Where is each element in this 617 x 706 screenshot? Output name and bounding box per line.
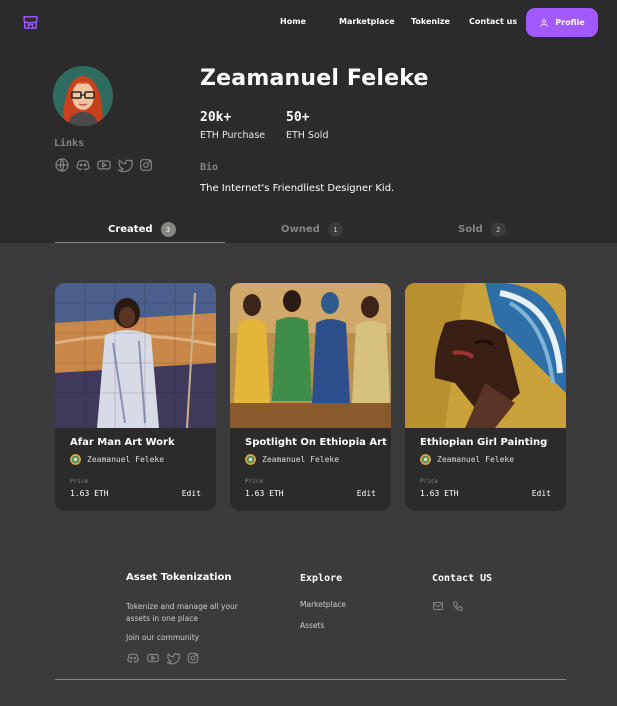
footer-divider — [55, 679, 566, 680]
stat-label: ETH Purchase — [200, 130, 266, 141]
footer-community-label: Join our community — [126, 633, 200, 642]
discord-icon[interactable] — [75, 157, 91, 173]
footer-assets-link[interactable]: Assets — [300, 621, 324, 630]
nft-card[interactable]: Spotlight On Ethiopia Art Zeamanuel Fele… — [230, 283, 391, 511]
tab-owned[interactable]: Owned 1 — [281, 222, 343, 237]
social-links — [54, 157, 154, 173]
footer-contact-icons — [432, 597, 466, 612]
edit-link[interactable]: Edit — [357, 489, 376, 498]
storefront-icon[interactable] — [22, 14, 39, 31]
tab-count-badge: 3 — [160, 222, 176, 237]
stat-label: ETH Sold — [286, 130, 329, 141]
artist-avatar — [245, 454, 256, 465]
youtube-icon[interactable] — [96, 157, 112, 173]
edit-link[interactable]: Edit — [182, 489, 201, 498]
stat-eth-purchase: 20k+ ETH Purchase — [200, 110, 265, 141]
nft-card[interactable]: Afar Man Art Work Zeamanuel Feleke Price… — [55, 283, 216, 511]
price-label: Price — [420, 478, 439, 485]
globe-icon[interactable] — [54, 157, 70, 173]
footer-explore-title: Explore — [300, 573, 343, 584]
artwork-image — [405, 283, 566, 428]
tab-label: Created — [108, 224, 153, 235]
bio-label: Bio — [200, 162, 219, 173]
tab-count-badge: 1 — [327, 222, 343, 237]
tab-sold[interactable]: Sold 2 — [458, 222, 506, 237]
profile-button[interactable]: Profile — [526, 8, 598, 37]
stat-eth-sold: 50+ ETH Sold — [286, 110, 328, 141]
card-title: Ethiopian Girl Painting — [420, 437, 548, 448]
price-value: 1.63 ETH — [70, 489, 109, 498]
mail-icon[interactable] — [432, 597, 446, 611]
twitter-icon[interactable] — [165, 650, 180, 665]
nav-home-link[interactable]: Home — [280, 17, 306, 26]
card-artist: Zeamanuel Feleke — [245, 454, 339, 465]
price-label: Price — [70, 478, 89, 485]
user-name: Zeamanuel Feleke — [200, 66, 429, 91]
artist-name: Zeamanuel Feleke — [262, 455, 340, 464]
twitter-icon[interactable] — [116, 157, 133, 173]
phone-icon[interactable] — [452, 597, 466, 612]
footer-community-icons — [126, 650, 200, 665]
active-tab-underline — [55, 242, 225, 243]
price-value: 1.63 ETH — [420, 489, 459, 498]
tab-count-badge: 2 — [490, 222, 506, 237]
stat-value: 20k+ — [200, 110, 232, 125]
edit-link[interactable]: Edit — [532, 489, 551, 498]
footer-brand-text: Tokenize and manage all your assets in o… — [126, 602, 238, 623]
tab-label: Owned — [281, 224, 320, 235]
instagram-icon[interactable] — [138, 157, 154, 173]
links-label: Links — [54, 138, 85, 149]
card-artist: Zeamanuel Feleke — [420, 454, 514, 465]
tab-created[interactable]: Created 3 — [108, 222, 176, 237]
card-title: Spotlight On Ethiopia Art — [245, 437, 387, 448]
artist-avatar — [420, 454, 431, 465]
nav-contact-link[interactable]: Contact us — [469, 17, 517, 26]
artist-avatar — [70, 454, 81, 465]
youtube-icon[interactable] — [146, 650, 160, 664]
footer-marketplace-link[interactable]: Marketplace — [300, 600, 346, 609]
price-value: 1.63 ETH — [245, 489, 284, 498]
nft-card[interactable]: Ethiopian Girl Painting Zeamanuel Feleke… — [405, 283, 566, 511]
card-title: Afar Man Art Work — [70, 437, 175, 448]
stat-value: 50+ — [286, 110, 310, 125]
user-icon — [540, 18, 549, 27]
artist-name: Zeamanuel Feleke — [87, 455, 165, 464]
tab-label: Sold — [458, 224, 483, 235]
artist-name: Zeamanuel Feleke — [437, 455, 515, 464]
card-artist: Zeamanuel Feleke — [70, 454, 164, 465]
nav-marketplace-link[interactable]: Marketplace — [339, 17, 395, 26]
footer-brand-title: Asset Tokenization — [126, 572, 232, 583]
bio-text: The Internet's Friendliest Designer Kid. — [200, 183, 395, 194]
instagram-icon[interactable] — [186, 650, 200, 664]
nav-tokenize-link[interactable]: Tokenize — [411, 17, 450, 26]
discord-icon[interactable] — [126, 650, 140, 664]
profile-button-label: Profile — [555, 18, 585, 27]
footer-contact-title: Contact US — [432, 573, 493, 584]
avatar — [53, 66, 113, 126]
price-label: Price — [245, 478, 264, 485]
artwork-image — [55, 283, 216, 428]
artwork-image — [230, 283, 391, 428]
